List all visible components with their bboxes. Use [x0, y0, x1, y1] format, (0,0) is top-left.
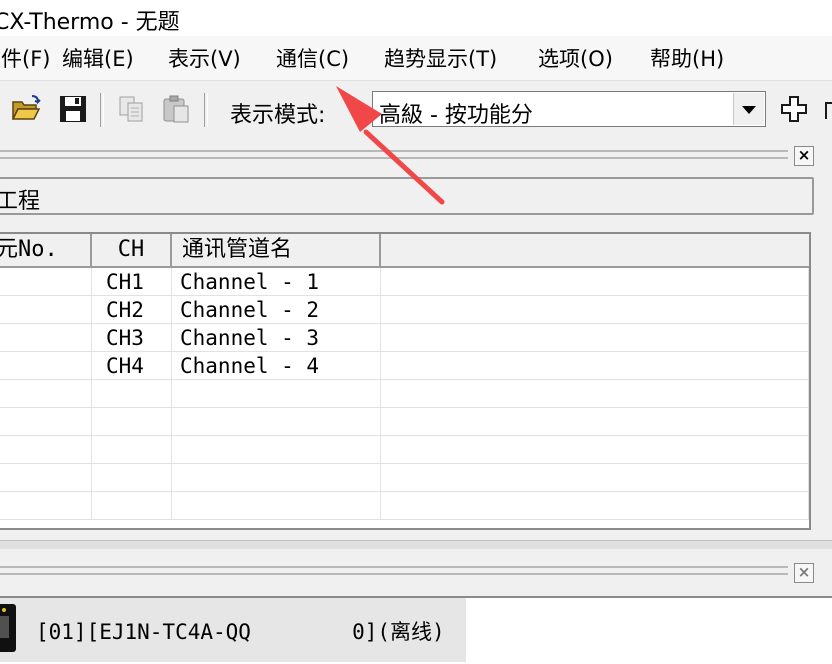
cell-ch[interactable] [92, 436, 172, 464]
cell-blank[interactable] [381, 464, 809, 492]
chevron-down-icon [742, 106, 756, 114]
cell-unit-no[interactable] [0, 324, 92, 352]
table-row[interactable] [0, 464, 809, 492]
table-row[interactable] [0, 492, 809, 520]
cell-unit-no[interactable] [0, 380, 92, 408]
cell-blank[interactable] [381, 436, 809, 464]
cell-channel-name[interactable] [172, 408, 381, 436]
table-row[interactable]: CH2 Channel - 2 [0, 296, 809, 324]
cell-blank[interactable] [381, 296, 809, 324]
cell-channel-name[interactable]: Channel - 4 [172, 352, 381, 380]
toolbar-separator [100, 93, 104, 127]
cell-channel-name[interactable] [172, 380, 381, 408]
panel-close-icon[interactable]: × [794, 146, 814, 166]
cell-blank[interactable] [381, 324, 809, 352]
device-panel-gripper[interactable] [0, 566, 788, 575]
open-folder-icon[interactable] [10, 93, 42, 125]
cell-blank[interactable] [381, 268, 809, 296]
toolbar-more-icon[interactable] [822, 93, 832, 125]
save-icon[interactable] [57, 93, 89, 125]
title-bar: CX-Thermo - 无题 [0, 0, 832, 36]
toolbar-separator [204, 93, 208, 127]
cell-blank[interactable] [381, 492, 809, 520]
table-row[interactable] [0, 380, 809, 408]
cell-ch[interactable] [92, 380, 172, 408]
menu-communication[interactable]: 通信(C) [276, 43, 349, 73]
cell-unit-no[interactable] [0, 268, 92, 296]
device-item[interactable]: [01][EJ1N-TC4A-QQ 0](离线) [0, 598, 466, 662]
cell-unit-no[interactable] [0, 352, 92, 380]
column-header-blank [381, 234, 809, 268]
cell-ch[interactable]: CH3 [92, 324, 172, 352]
table-row[interactable] [0, 408, 809, 436]
project-label: 工程 [0, 189, 41, 214]
cell-channel-name[interactable] [172, 492, 381, 520]
cell-channel-name[interactable] [172, 464, 381, 492]
copy-icon[interactable] [116, 93, 148, 125]
menu-bar: 文件(F) 编辑(E) 表示(V) 通信(C) 趋势显示(T) 选项(O) 帮助… [0, 36, 832, 80]
cell-unit-no[interactable] [0, 436, 92, 464]
table-row[interactable] [0, 436, 809, 464]
device-icon [0, 604, 16, 652]
column-header-ch[interactable]: CH [92, 234, 172, 268]
cell-ch[interactable]: CH4 [92, 352, 172, 380]
cell-blank[interactable] [381, 352, 809, 380]
device-panel-close-icon[interactable]: × [794, 563, 814, 583]
table-row[interactable]: CH4 Channel - 4 [0, 352, 809, 380]
menu-view[interactable]: 表示(V) [168, 43, 241, 73]
table-row[interactable]: CH3 Channel - 3 [0, 324, 809, 352]
display-mode-label: 表示模式: [230, 103, 326, 128]
cell-ch[interactable] [92, 492, 172, 520]
cell-ch[interactable]: CH1 [92, 268, 172, 296]
cell-ch[interactable] [92, 408, 172, 436]
cell-unit-no[interactable] [0, 296, 92, 324]
cell-blank[interactable] [381, 408, 809, 436]
cell-channel-name[interactable] [172, 436, 381, 464]
menu-file[interactable]: 文件(F) [0, 43, 50, 73]
dropdown-button[interactable] [733, 93, 764, 125]
window-title: CX-Thermo - 无题 [0, 10, 180, 35]
annotation-arrow-icon [336, 86, 445, 205]
cell-channel-name[interactable]: Channel - 3 [172, 324, 381, 352]
cell-blank[interactable] [381, 380, 809, 408]
cell-unit-no[interactable] [0, 492, 92, 520]
cell-ch[interactable]: CH2 [92, 296, 172, 324]
add-icon[interactable] [778, 93, 810, 125]
cell-channel-name[interactable]: Channel - 2 [172, 296, 381, 324]
menu-options[interactable]: 选项(O) [538, 43, 613, 73]
cell-unit-no[interactable] [0, 464, 92, 492]
column-header-unit-no[interactable]: 元No. [0, 234, 92, 268]
cell-unit-no[interactable] [0, 408, 92, 436]
cell-channel-name[interactable]: Channel - 1 [172, 268, 381, 296]
menu-trend-display[interactable]: 趋势显示(T) [384, 43, 497, 73]
menu-edit[interactable]: 编辑(E) [62, 43, 134, 73]
device-label: [01][EJ1N-TC4A-QQ 0](离线) [36, 620, 445, 644]
menu-help[interactable]: 帮助(H) [650, 43, 724, 73]
cell-ch[interactable] [92, 464, 172, 492]
channel-table: 元No. CH 通讯管道名 CH1 Channel - 1 CH2 Channel -… [0, 232, 811, 530]
column-header-channel-name[interactable]: 通讯管道名 [172, 234, 381, 268]
table-row[interactable]: CH1 Channel - 1 [0, 268, 809, 296]
paste-icon[interactable] [160, 93, 192, 125]
